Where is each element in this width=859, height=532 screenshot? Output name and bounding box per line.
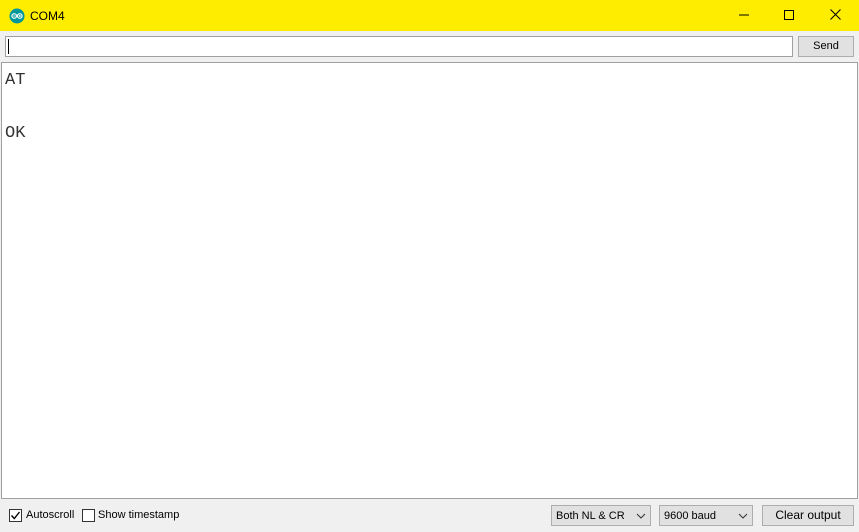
autoscroll-checkbox[interactable] — [9, 509, 22, 522]
maximize-button[interactable] — [766, 0, 812, 31]
chevron-down-icon — [738, 511, 748, 523]
close-button[interactable] — [812, 0, 858, 31]
text-caret — [8, 39, 9, 54]
close-icon — [829, 7, 841, 25]
minimize-icon — [739, 7, 749, 25]
output-line: AT — [5, 71, 26, 90]
show-timestamp-checkbox[interactable] — [82, 509, 95, 522]
show-timestamp-label[interactable]: Show timestamp — [98, 508, 179, 522]
title-bar[interactable]: COM4 — [0, 0, 859, 31]
baud-rate-select[interactable]: 9600 baud — [659, 505, 753, 526]
maximize-icon — [784, 7, 794, 25]
autoscroll-label[interactable]: Autoscroll — [26, 508, 74, 522]
chevron-down-icon — [636, 511, 646, 523]
line-ending-value: Both NL & CR — [556, 510, 625, 522]
serial-output-area[interactable]: AT OK — [1, 62, 858, 499]
serial-send-input[interactable] — [5, 36, 793, 57]
minimize-button[interactable] — [721, 0, 767, 31]
window-title: COM4 — [30, 9, 65, 23]
serial-monitor-window: COM4 Send AT OK Autoscroll Show timestam… — [0, 0, 859, 532]
send-button[interactable]: Send — [798, 36, 854, 57]
arduino-logo-icon — [9, 8, 25, 24]
line-ending-select[interactable]: Both NL & CR — [551, 505, 651, 526]
baud-rate-value: 9600 baud — [664, 510, 716, 522]
clear-output-button[interactable]: Clear output — [762, 505, 854, 526]
output-line: OK — [5, 124, 26, 143]
